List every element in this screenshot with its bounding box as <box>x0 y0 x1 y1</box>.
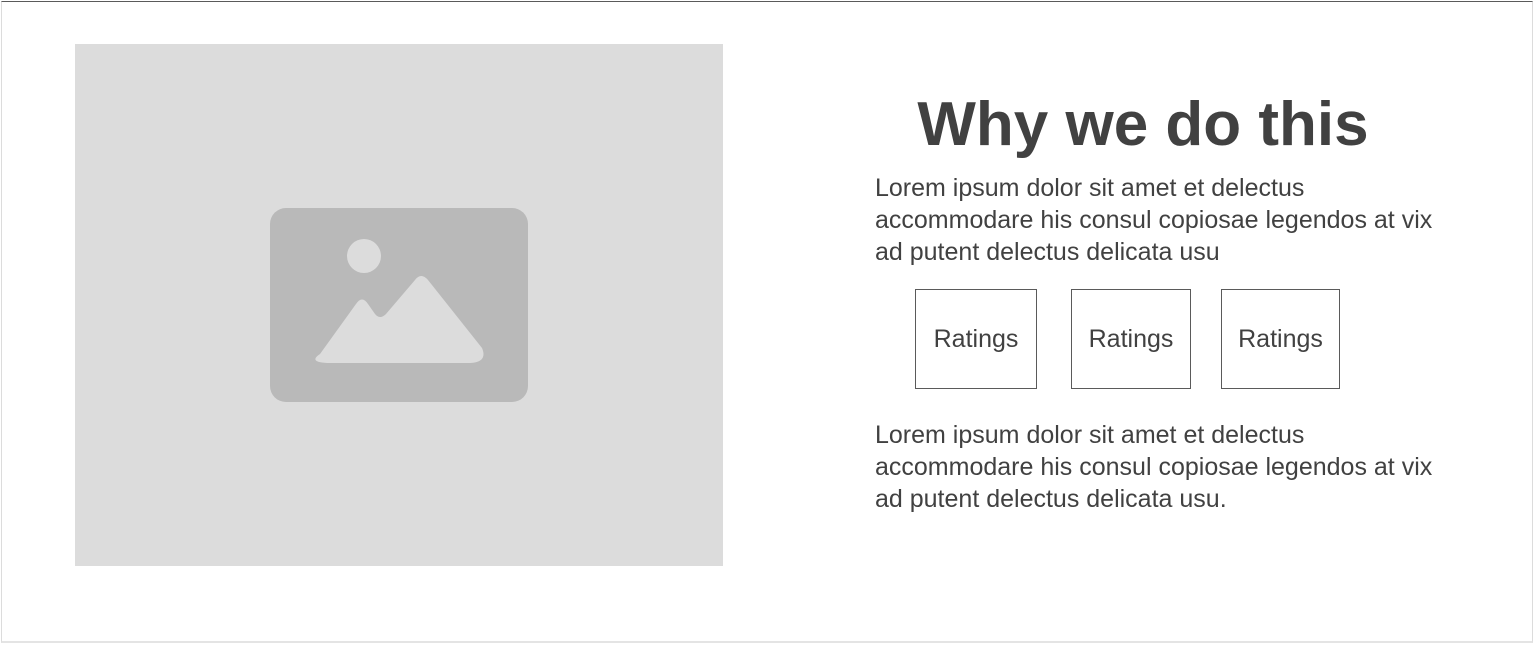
image-placeholder-icon <box>270 208 528 402</box>
ratings-button-2[interactable]: Ratings <box>1071 289 1191 389</box>
intro-paragraph: Lorem ipsum dolor sit amet et delectus a… <box>875 174 1433 266</box>
ratings-button-3[interactable]: Ratings <box>1221 289 1340 389</box>
image-placeholder <box>75 44 723 566</box>
ratings-button-1[interactable]: Ratings <box>915 289 1037 389</box>
outro-paragraph: Lorem ipsum dolor sit amet et delectus a… <box>875 421 1433 513</box>
section-title: Why we do this <box>917 90 1369 159</box>
